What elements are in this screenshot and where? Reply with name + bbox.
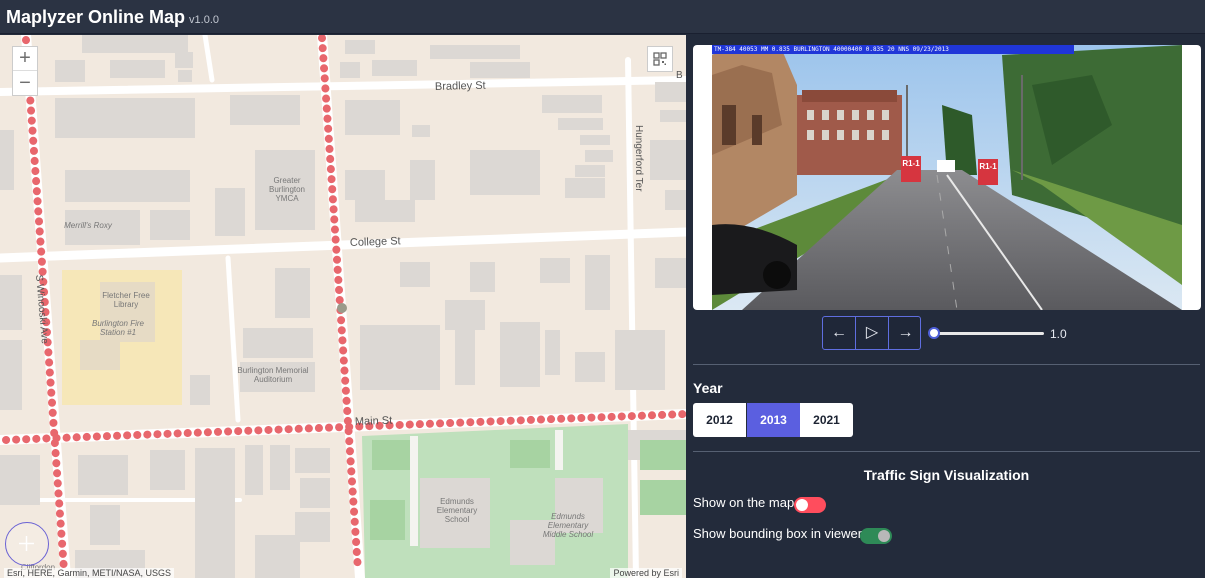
poi-ymca-line3: YMCA — [275, 194, 299, 203]
street-label-edge: B — [676, 70, 683, 81]
traffic-sign-section-title: Traffic Sign Visualization — [863, 467, 1030, 483]
qr-code-button[interactable] — [647, 46, 673, 72]
poi-middle-line3: Middle School — [543, 530, 593, 539]
divider — [693, 451, 1200, 452]
zoom-in-button[interactable]: + — [13, 47, 37, 71]
street-label-winooski: S Winooski Ave — [33, 274, 50, 344]
speed-value: 1.0 — [1050, 327, 1067, 341]
year-button-2012[interactable]: 2012 — [693, 403, 746, 437]
poi-merrills: Merrill's Roxy — [64, 221, 113, 230]
poi-ymca-line2: Burlington — [269, 185, 305, 194]
street-label-hungerford: Hungerford Ter — [633, 125, 644, 192]
divider — [693, 364, 1200, 365]
app-header: Maplyzer Online Map v1.0.0 — [0, 0, 1205, 34]
zoom-control: + − — [12, 46, 38, 96]
map-labels: Bradley St College St Main St Hungerford… — [21, 70, 683, 572]
zoom-out-button[interactable]: − — [13, 72, 37, 96]
speed-slider-track[interactable] — [934, 332, 1044, 335]
poi-elementary-line2: Elementary — [437, 506, 477, 515]
poi-library-line1: Fletcher Free — [102, 291, 150, 300]
prev-frame-button[interactable]: ← — [823, 317, 856, 349]
year-label: Year — [693, 380, 723, 396]
year-button-2013[interactable]: 2013 — [747, 403, 800, 437]
show-bbox-toggle[interactable] — [860, 528, 892, 544]
traffic-sign-bbox-right: R1-1 — [978, 159, 998, 185]
traffic-sign-bbox-left: R1-1 — [901, 156, 921, 182]
next-frame-button[interactable]: → — [889, 317, 922, 349]
show-bbox-row: Show bounding box in viewer — [693, 526, 903, 546]
poi-elementary-line1: Edmunds — [440, 497, 474, 506]
show-on-map-label: Show on the map — [693, 495, 795, 510]
poi-fire-line1: Burlington Fire — [92, 319, 145, 328]
poi-middle-line1: Edmunds — [551, 512, 585, 521]
street-label-bradley: Bradley St — [435, 80, 486, 93]
show-on-map-toggle[interactable] — [794, 497, 826, 513]
qr-code-icon — [653, 52, 667, 66]
street-photo — [712, 45, 1182, 310]
street-label-main: Main St — [355, 415, 393, 428]
map-powered-by[interactable]: Powered by Esri — [610, 568, 682, 578]
show-on-map-row: Show on the map — [693, 495, 833, 515]
speed-slider-handle[interactable] — [928, 327, 940, 339]
poi-ymca-line1: Greater — [273, 176, 300, 185]
app-title: Maplyzer Online Map v1.0.0 — [6, 7, 219, 28]
street-label-college: College St — [350, 235, 401, 249]
poi-fire-line2: Station #1 — [100, 328, 136, 337]
crosshair-icon — [19, 536, 34, 551]
app-version: v1.0.0 — [189, 14, 220, 26]
playback-controls: ← ▷ → — [822, 316, 921, 350]
poi-memorial-line2: Auditorium — [254, 375, 293, 384]
poi-memorial-line1: Burlington Memorial — [237, 366, 308, 375]
street-image-viewer[interactable]: TM-384 40053 MM 0.835 BURLINGTON 4000040… — [693, 45, 1201, 310]
map-attribution: Esri, HERE, Garmin, METI/NASA, USGS — [4, 568, 175, 578]
play-button[interactable]: ▷ — [856, 317, 889, 349]
photo-metadata-bar: TM-384 40053 MM 0.835 BURLINGTON 4000040… — [712, 45, 1074, 54]
app-title-text: Maplyzer Online Map — [6, 7, 186, 27]
toggle-knob — [796, 499, 808, 511]
year-button-2021[interactable]: 2021 — [800, 403, 853, 437]
locate-button[interactable] — [5, 522, 49, 566]
show-bbox-label: Show bounding box in viewer — [693, 526, 863, 541]
year-selector: 2012 2013 2021 — [693, 403, 854, 437]
poi-middle-line2: Elementary — [548, 521, 589, 530]
poi-elementary-line3: School — [445, 515, 470, 524]
app-window: Maplyzer Online Map v1.0.0 Bradley St Co… — [0, 0, 1205, 578]
toggle-knob — [878, 530, 890, 542]
map-view[interactable]: Bradley St College St Main St Hungerford… — [0, 35, 686, 578]
poi-library-line2: Library — [114, 300, 138, 309]
